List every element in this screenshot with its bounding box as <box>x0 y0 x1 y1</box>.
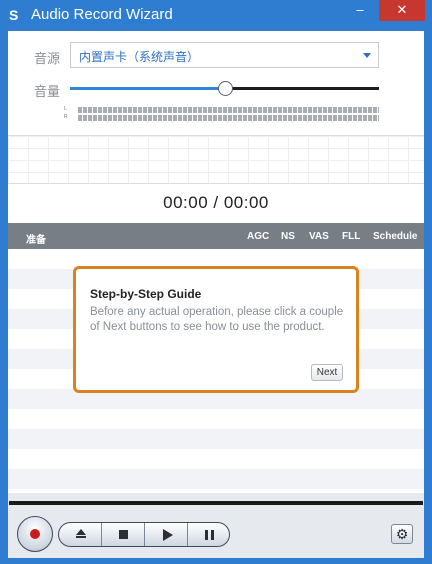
settings-button[interactable]: ⚙ <box>391 524 413 544</box>
gear-icon: ⚙ <box>395 526 409 542</box>
client-area: 音源 内置声卡（系统声音） 音量 L R 00:00 / 00:00 准备 AG… <box>8 31 424 493</box>
settings-panel: 音源 内置声卡（系统声音） 音量 L R <box>8 31 424 135</box>
eject-button[interactable] <box>59 523 102 546</box>
title-bar: S Audio Record Wizard – ✕ <box>0 0 432 30</box>
source-label: 音源 <box>34 51 61 66</box>
column-header-schedule[interactable]: Schedule <box>373 231 417 242</box>
list-row <box>8 449 424 469</box>
transport-controls <box>58 522 230 547</box>
close-button[interactable]: ✕ <box>379 0 425 21</box>
time-display: 00:00 / 00:00 <box>163 193 269 212</box>
guide-text: Before any actual operation, please clic… <box>90 306 344 333</box>
volume-label: 音量 <box>34 84 61 99</box>
record-button[interactable] <box>17 516 53 552</box>
column-header-ns[interactable]: NS <box>281 231 295 242</box>
app-logo-icon: S <box>9 7 19 23</box>
column-header-fll[interactable]: FLL <box>342 231 360 242</box>
window-title: Audio Record Wizard <box>31 6 173 23</box>
control-bar: ⚙ <box>8 507 424 558</box>
record-icon <box>30 529 40 539</box>
eject-icon-bar <box>76 536 86 538</box>
step-guide-popup: Step-by-Step Guide Before any actual ope… <box>73 266 359 393</box>
stop-button[interactable] <box>102 523 145 546</box>
source-dropdown-value: 内置声卡（系统声音） <box>79 50 200 64</box>
app-window: S Audio Record Wizard – ✕ 音源 内置声卡（系统声音） … <box>0 0 432 564</box>
level-meter-left: L <box>64 106 379 113</box>
level-meter-right-bars <box>78 115 379 121</box>
eject-icon <box>76 529 86 535</box>
meter-left-letter: L <box>64 106 67 112</box>
chevron-down-icon <box>363 53 371 58</box>
list-row <box>8 409 424 429</box>
volume-slider-fill <box>70 87 225 90</box>
level-meter-right: R <box>64 114 379 121</box>
level-meter-left-bars <box>78 107 379 113</box>
guide-next-button[interactable]: Next <box>311 364 343 381</box>
pause-icon <box>205 530 214 540</box>
guide-title: Step-by-Step Guide <box>90 287 202 301</box>
list-header: 准备 AGC NS VAS FLL Schedule <box>8 223 424 249</box>
waveform-grid <box>8 136 424 183</box>
column-header-agc[interactable]: AGC <box>247 231 269 242</box>
divider <box>8 183 424 184</box>
minimize-button[interactable]: – <box>347 0 373 21</box>
volume-slider-thumb[interactable] <box>218 81 233 96</box>
source-dropdown[interactable]: 内置声卡（系统声音） <box>70 42 379 68</box>
play-button[interactable] <box>145 523 188 546</box>
playback-progress-bar[interactable] <box>9 501 423 505</box>
column-header-vas[interactable]: VAS <box>309 231 329 242</box>
list-row <box>8 429 424 449</box>
column-header-name[interactable]: 准备 <box>26 231 46 246</box>
stop-icon <box>119 530 128 539</box>
list-row <box>8 469 424 489</box>
pause-button[interactable] <box>188 523 229 546</box>
play-icon <box>163 529 173 541</box>
meter-right-letter: R <box>64 114 68 120</box>
